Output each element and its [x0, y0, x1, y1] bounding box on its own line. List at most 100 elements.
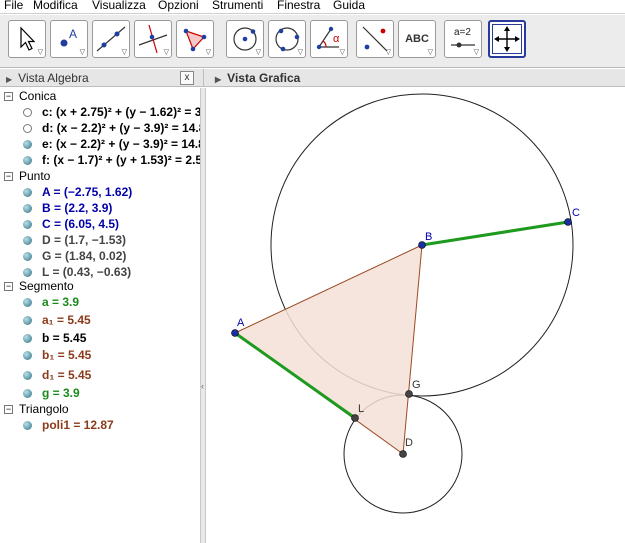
menu-modifica[interactable]: Modifica — [33, 0, 78, 12]
tool-menu-indicator-icon: ▽ — [297, 49, 303, 56]
visibility-toggle-icon[interactable] — [23, 298, 32, 307]
visibility-toggle-icon[interactable] — [23, 188, 32, 197]
algebra-item-f[interactable]: f: (x − 1.7)² + (y + 1.53)² = 2.5 — [23, 152, 200, 168]
menu-visualizza[interactable]: Visualizza — [92, 0, 146, 12]
menu-file[interactable]: File — [4, 0, 23, 12]
visibility-toggle-icon[interactable] — [23, 334, 32, 343]
tool-menu-indicator-icon: ▽ — [473, 49, 479, 56]
category-punto[interactable]: − Punto — [4, 168, 50, 184]
collapse-minus-icon: − — [4, 281, 13, 291]
tool-menu-indicator-icon: ▽ — [79, 49, 85, 56]
polygon-tool-button[interactable]: ▽ — [176, 20, 214, 58]
menu-finestra[interactable]: Finestra — [277, 0, 320, 12]
point-label-L: L — [358, 403, 364, 415]
text-tool-button[interactable]: ABC ▽ — [398, 20, 436, 58]
close-algebra-view-button[interactable]: x — [180, 71, 194, 85]
point-D[interactable] — [399, 450, 407, 458]
visibility-toggle-icon[interactable] — [23, 351, 32, 360]
point-L[interactable] — [351, 414, 359, 422]
algebra-view: − Conica c: (x + 2.75)² + (y − 1.62)² = 3… — [0, 88, 200, 543]
visibility-toggle-icon[interactable] — [23, 124, 32, 133]
algebra-item-d[interactable]: d: (x − 2.2)² + (y − 3.9)² = 14.85 — [23, 120, 200, 136]
category-triangolo[interactable]: − Triangolo — [4, 401, 69, 417]
point-C[interactable] — [564, 218, 572, 226]
visibility-toggle-icon[interactable] — [23, 389, 32, 398]
reflect-tool-button[interactable]: ▽ — [356, 20, 394, 58]
menu-opzioni[interactable]: Opzioni — [158, 0, 199, 12]
collapse-minus-icon: − — [4, 171, 13, 181]
triangle-poli1[interactable] — [234, 244, 423, 455]
collapse-arrow-icon: ▶ — [215, 75, 222, 84]
collapse-minus-icon: − — [4, 404, 13, 414]
visibility-toggle-icon[interactable] — [23, 236, 32, 245]
menu-guida[interactable]: Guida — [333, 0, 365, 12]
algebra-item-e[interactable]: e: (x − 2.2)² + (y − 3.9)² = 14.85 — [23, 136, 200, 152]
point-label-A: A — [237, 317, 245, 329]
algebra-item-poli1[interactable]: poli1 = 12.87 — [23, 417, 114, 433]
algebra-item-B[interactable]: B = (2.2, 3.9) — [23, 200, 112, 216]
point-label-D: D — [405, 437, 413, 449]
graphics-view-header[interactable]: ▶ Vista Grafica — [215, 69, 300, 87]
move-view-icon — [494, 26, 520, 52]
algebra-item-g[interactable]: g = 3.9 — [23, 385, 80, 401]
point-G[interactable] — [405, 390, 413, 398]
visibility-toggle-icon[interactable] — [23, 156, 32, 165]
visibility-toggle-icon[interactable] — [23, 316, 32, 325]
visibility-toggle-icon[interactable] — [23, 252, 32, 261]
algebra-item-c[interactable]: c: (x + 2.75)² + (y − 1.62)² = 36.86 — [23, 104, 200, 120]
menu-strumenti[interactable]: Strumenti — [212, 0, 263, 12]
algebra-item-D[interactable]: D = (1.7, −1.53) — [23, 232, 126, 248]
tool-menu-indicator-icon: ▽ — [163, 49, 169, 56]
graphics-view[interactable]: A B C G L D — [207, 88, 625, 543]
move-graphics-view-tool-button[interactable] — [488, 20, 526, 58]
visibility-toggle-icon[interactable] — [23, 371, 32, 380]
toolbar: ▽ A ▽ ▽ ▽ ▽ ▽ ▽ α ▽ ▽ ABC ▽ a=2 ▽ — [0, 15, 625, 68]
graphics-canvas[interactable]: A B C G L D — [207, 88, 625, 543]
collapse-arrow-icon: ▶ — [6, 75, 13, 84]
collapse-minus-icon: − — [4, 91, 13, 101]
visibility-toggle-icon[interactable] — [23, 268, 32, 277]
point-label-B: B — [425, 231, 432, 243]
visibility-toggle-icon[interactable] — [23, 140, 32, 149]
divider-handle-icon: ‹ — [201, 381, 204, 391]
tool-menu-indicator-icon: ▽ — [205, 49, 211, 56]
circle-center-point-tool-button[interactable]: ▽ — [226, 20, 264, 58]
tool-menu-indicator-icon: ▽ — [339, 49, 345, 56]
tool-menu-indicator-icon: ▽ — [121, 49, 127, 56]
category-conica[interactable]: − Conica — [4, 88, 56, 104]
algebra-item-C[interactable]: C = (6.05, 4.5) — [23, 216, 119, 232]
line-tool-button[interactable]: ▽ — [92, 20, 130, 58]
tool-menu-indicator-icon: ▽ — [255, 49, 261, 56]
perpendicular-line-tool-button[interactable]: ▽ — [134, 20, 172, 58]
point-label-G: G — [412, 379, 421, 391]
visibility-toggle-icon[interactable] — [23, 220, 32, 229]
tool-menu-indicator-icon: ▽ — [385, 49, 391, 56]
slider-tool-button[interactable]: a=2 ▽ — [444, 20, 482, 58]
algebra-item-a[interactable]: a = 3.9 — [23, 294, 79, 310]
split-pane-divider[interactable]: ‹ — [200, 88, 206, 543]
algebra-view-header[interactable]: ▶ Vista Algebra — [6, 69, 89, 87]
algebra-item-b[interactable]: b = 5.45 — [23, 330, 86, 346]
segment-g[interactable] — [421, 220, 569, 247]
angle-tool-button[interactable]: α ▽ — [310, 20, 348, 58]
angle-tool-label: α — [333, 33, 340, 45]
point-tool-label: A — [69, 27, 78, 41]
header-divider — [203, 69, 204, 87]
algebra-view-title: Vista Algebra — [18, 71, 89, 85]
tool-menu-indicator-icon: ▽ — [37, 49, 43, 56]
algebra-item-b1[interactable]: b₁ = 5.45 — [23, 347, 91, 363]
circle-three-points-tool-button[interactable]: ▽ — [268, 20, 306, 58]
new-point-tool-button[interactable]: A ▽ — [50, 20, 88, 58]
algebra-item-d1[interactable]: d₁ = 5.45 — [23, 367, 91, 383]
visibility-toggle-icon[interactable] — [23, 108, 32, 117]
point-A[interactable] — [231, 329, 239, 337]
algebra-item-G[interactable]: G = (1.84, 0.02) — [23, 248, 126, 264]
graphics-view-title: Vista Grafica — [227, 71, 301, 85]
algebra-item-A[interactable]: A = (−2.75, 1.62) — [23, 184, 132, 200]
algebra-item-a1[interactable]: a₁ = 5.45 — [23, 312, 91, 328]
menu-bar: File Modifica Visualizza Opzioni Strumen… — [0, 0, 625, 14]
visibility-toggle-icon[interactable] — [23, 421, 32, 430]
visibility-toggle-icon[interactable] — [23, 204, 32, 213]
category-segmento[interactable]: − Segmento — [4, 278, 74, 294]
move-tool-button[interactable]: ▽ — [8, 20, 46, 58]
